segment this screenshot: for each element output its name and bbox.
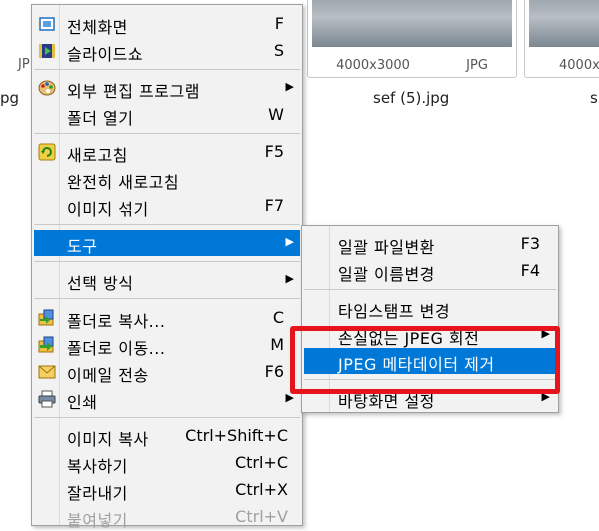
partial-filename-left[interactable]: pg <box>0 89 19 107</box>
thumbnail-filename[interactable]: s <box>590 89 598 107</box>
menu-item-open-folder[interactable]: 폴더 열기 W <box>34 102 300 128</box>
menu-item-copy-to-folder[interactable]: 폴더로 복사... C <box>34 305 300 331</box>
refresh-icon <box>38 143 56 161</box>
menu-item-external-editor[interactable]: 외부 편집 프로그램 ▶ <box>34 75 300 101</box>
submenu-item-change-timestamp[interactable]: 타임스탬프 변경 <box>304 295 556 321</box>
thumbnail-card[interactable]: 4000x3000 JPG <box>307 0 517 78</box>
menu-item-move-to-folder[interactable]: 폴더로 이동... M <box>34 332 300 358</box>
submenu-item-batch-rename[interactable]: 일괄 이름변경 F4 <box>304 258 556 284</box>
annotation-highlight-box <box>290 326 560 394</box>
submenu-item-batch-convert[interactable]: 일괄 파일변환 F3 <box>304 231 556 257</box>
menu-item-refresh[interactable]: 새로고침 F5 <box>34 139 300 165</box>
context-menu: 전체화면 F 슬라이드쇼 S 외부 편집 프로그램 ▶ 폴더 열기 W 새로고침… <box>31 4 303 530</box>
submenu-arrow-icon: ▶ <box>285 272 294 285</box>
palette-icon <box>38 79 56 97</box>
menu-item-full-refresh[interactable]: 완전히 새로고침 <box>34 166 300 192</box>
email-icon <box>38 363 56 381</box>
thumbnail-filename[interactable]: sef (5).jpg <box>373 89 449 107</box>
printer-icon <box>38 390 56 408</box>
thumbnail-card[interactable]: 4000x <box>524 0 599 78</box>
menu-item-print[interactable]: 인쇄 ▶ <box>34 386 300 412</box>
fullscreen-icon <box>38 15 56 33</box>
thumbnail-image <box>312 0 512 47</box>
menu-item-slideshow[interactable]: 슬라이드쇼 S <box>34 38 300 64</box>
move-to-folder-icon <box>38 336 56 354</box>
menu-item-copy[interactable]: 복사하기 Ctrl+C <box>34 450 300 476</box>
menu-item-send-email[interactable]: 이메일 전송 F6 <box>34 359 300 385</box>
image-format: JPG <box>466 58 488 73</box>
partial-format-left: JP <box>18 57 30 72</box>
copy-to-folder-icon <box>38 309 56 327</box>
menu-item-tools[interactable]: 도구 ▶ <box>34 230 300 256</box>
menu-item-copy-image[interactable]: 이미지 복사 Ctrl+Shift+C <box>34 423 300 449</box>
menu-item-selection-mode[interactable]: 선택 방식 ▶ <box>34 267 300 293</box>
submenu-arrow-icon: ▶ <box>285 80 294 93</box>
menu-item-cut[interactable]: 잘라내기 Ctrl+X <box>34 477 300 503</box>
image-size: 4000x <box>559 58 599 73</box>
menu-item-fullscreen[interactable]: 전체화면 F <box>34 11 300 37</box>
slideshow-icon <box>38 42 56 60</box>
menu-item-shuffle-images[interactable]: 이미지 섞기 F7 <box>34 193 300 219</box>
submenu-arrow-icon: ▶ <box>285 235 294 248</box>
menu-item-paste[interactable]: 붙여넣기 Ctrl+V <box>34 504 300 530</box>
thumbnail-image <box>529 0 599 47</box>
image-size: 4000x3000 <box>336 58 410 73</box>
